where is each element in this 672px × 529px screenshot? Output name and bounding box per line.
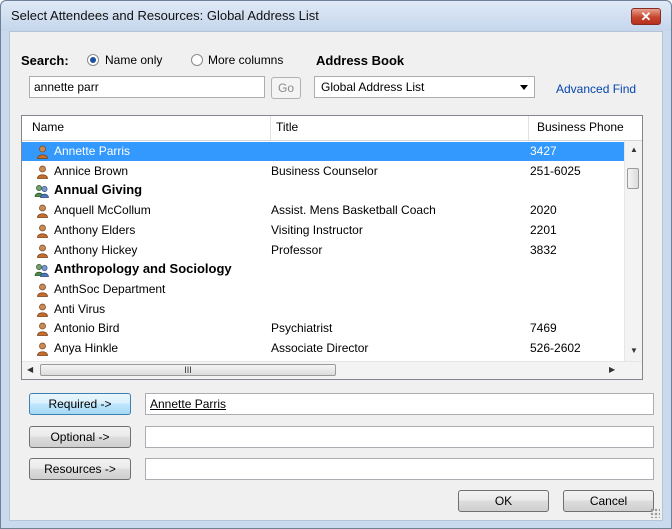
person-icon [37,303,48,317]
person-icon [37,342,48,356]
scroll-up-icon[interactable]: ▲ [630,145,638,154]
column-header-name[interactable]: Name [32,120,64,134]
column-divider[interactable] [270,116,271,140]
required-field[interactable]: Annette Parris [145,393,654,415]
group-icon [34,264,49,278]
required-recipient[interactable]: Annette Parris [150,397,226,411]
row-name: Anti Virus [54,301,106,316]
name-only-label[interactable]: Name only [105,53,162,67]
row-title: Associate Director [271,341,369,355]
row-title: Psychiatrist [271,321,333,336]
horizontal-scrollbar[interactable]: ◀ III ▶ [22,361,642,379]
person-icon [37,204,48,218]
search-input[interactable]: annette parr [29,76,265,98]
resources-button-label: Resources -> [44,462,116,476]
optional-button[interactable]: Optional -> [29,426,131,448]
row-phone: 2201 [530,222,557,237]
optional-field[interactable] [145,426,654,448]
column-header-title[interactable]: Title [276,120,298,134]
person-icon [37,165,48,179]
resources-button[interactable]: Resources -> [29,458,131,480]
row-name: Antonio Bird [54,321,120,336]
person-icon [37,322,48,337]
column-divider[interactable] [528,116,529,140]
list-item[interactable]: Anti Virus [22,300,626,319]
list-item[interactable]: Annette Parris 3427 [22,142,626,161]
go-button-label: Go [277,81,294,95]
dropdown-arrow-icon [520,85,528,90]
row-name: Anthropology and Sociology [54,261,232,277]
search-label: Search: [21,53,69,68]
scroll-left-icon[interactable]: ◀ [27,365,33,374]
list-rows: Annette Parris 3427 Annice Brown Business C… [22,142,626,362]
list-header: Name Title Business Phone [22,116,642,141]
name-only-radio[interactable] [87,54,99,66]
vertical-scroll-thumb[interactable] [627,168,639,189]
dialog-title: Select Attendees and Resources: Global A… [11,8,319,23]
address-book-selected: Global Address List [321,80,425,94]
row-phone: 7469 [530,321,557,336]
row-title: Visiting Instructor [271,222,363,237]
list-item[interactable]: Antonio Bird Psychiatrist 7469 [22,319,626,338]
row-title: Professor [271,242,323,257]
row-name: Anthony Hickey [54,242,138,257]
list-item[interactable]: Anquell McCollum Assist. Mens Basketball … [22,201,626,220]
dialog-window: Select Attendees and Resources: Global A… [0,0,672,529]
row-phone: 526-2602 [530,341,581,355]
cancel-button-label: Cancel [589,494,628,508]
optional-button-label: Optional -> [50,430,110,444]
column-header-phone[interactable]: Business Phone [537,120,624,134]
address-book-dropdown[interactable]: Global Address List [314,76,535,98]
more-columns-label[interactable]: More columns [208,53,283,67]
row-title: Business Counselor [271,163,378,178]
close-button[interactable]: ✕ [631,8,661,25]
more-columns-radio[interactable] [191,54,203,66]
list-item[interactable]: Anthony Elders Visiting Instructor 2201 [22,221,626,240]
scroll-down-icon[interactable]: ▼ [630,346,638,355]
person-icon [37,145,48,159]
advanced-find-link[interactable]: Advanced Find [556,82,636,96]
list-item[interactable]: Anthropology and Sociology [22,260,626,279]
person-icon [37,224,48,238]
person-icon [37,283,48,297]
row-name: AnthSoc Department [54,281,166,296]
go-button[interactable]: Go [271,77,301,99]
list-item[interactable]: AnthSoc Department [22,280,626,299]
row-name: Anquell McCollum [54,203,151,218]
resources-field[interactable] [145,458,654,480]
row-name: Anya Hinkle [54,341,119,355]
row-title: Assist. Mens Basketball Coach [271,203,436,218]
row-name: Annette Parris [54,144,131,158]
scroll-thumb-grip: III [184,365,192,375]
required-button-label: Required -> [48,397,112,411]
group-icon [34,185,49,199]
row-phone: 251-6025 [530,163,581,178]
list-item[interactable]: Annice Brown Business Counselor 251-6025 [22,162,626,181]
title-bar[interactable]: Select Attendees and Resources: Global A… [1,1,671,31]
ok-button-label: OK [494,494,513,508]
row-phone: 2020 [530,203,557,218]
required-button[interactable]: Required -> [29,393,131,415]
address-book-label: Address Book [316,53,405,68]
dialog-body: Search: Name only More columns Address B… [9,31,663,521]
address-list[interactable]: Name Title Business Phone Annette Parris… [21,115,643,380]
cancel-button[interactable]: Cancel [563,490,654,512]
resize-grip-icon[interactable] [650,508,660,518]
list-item[interactable]: Anya Hinkle Associate Director 526-2602 [22,339,626,358]
horizontal-scroll-thumb[interactable]: III [40,364,336,376]
scroll-right-icon[interactable]: ▶ [609,365,615,374]
ok-button[interactable]: OK [458,490,549,512]
row-phone: 3427 [530,144,557,158]
person-icon [37,244,48,258]
search-input-value: annette parr [34,80,99,94]
row-name: Annual Giving [54,182,143,198]
row-name: Annice Brown [54,163,129,178]
list-item[interactable]: Anthony Hickey Professor 3832 [22,241,626,260]
row-phone: 3832 [530,242,557,257]
vertical-scrollbar[interactable]: ▲ ▼ [624,141,642,363]
close-icon: ✕ [640,9,652,24]
list-item[interactable]: Annual Giving [22,181,626,200]
row-name: Anthony Elders [54,222,136,237]
